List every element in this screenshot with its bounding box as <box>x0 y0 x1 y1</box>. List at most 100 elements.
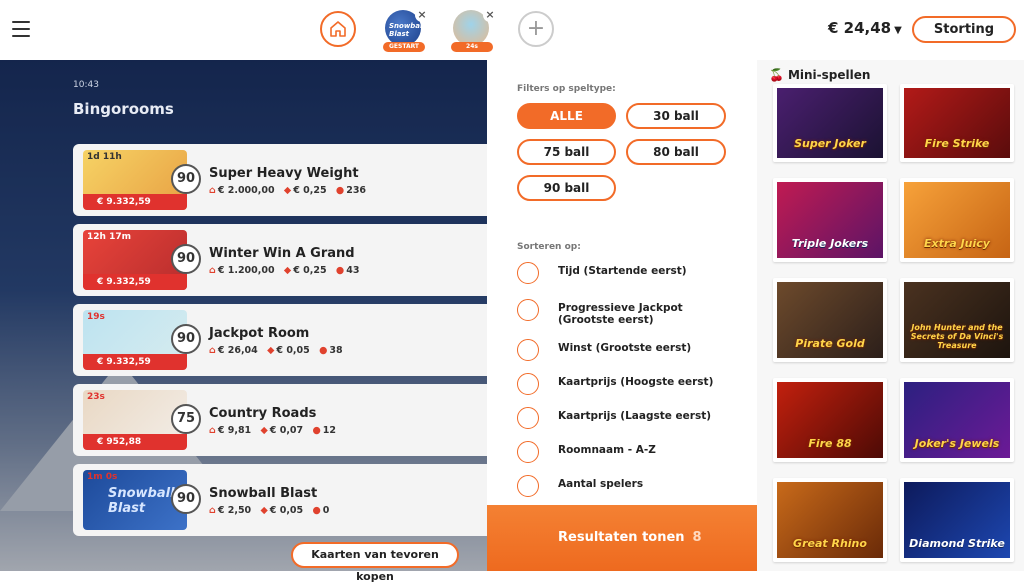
chevron-down-icon: ▼ <box>894 25 902 36</box>
open-game-tab-snowball-blast[interactable]: Snowball Blast × GESTART <box>383 8 429 52</box>
room-name: Country Roads <box>209 406 317 421</box>
hamburger-icon[interactable] <box>12 21 30 37</box>
room-meta: ⌂ € 2.000,00 ◆ € 0,25 ● 236 <box>209 185 372 196</box>
room-prize: € 26,04 <box>217 345 258 356</box>
room-prize: € 2.000,00 <box>217 185 275 196</box>
filter-pill-75-ball[interactable]: 75 ball <box>517 139 616 165</box>
game-title: Pirate Gold <box>795 337 865 350</box>
radio-button[interactable] <box>517 373 539 395</box>
open-game-tab-2[interactable]: × 24s <box>451 8 497 52</box>
room-card-price: € 0,25 <box>293 185 327 196</box>
players-icon: ● <box>335 265 345 276</box>
game-title: Joker's Jewels <box>914 437 1000 450</box>
game-title: Triple Jokers <box>791 237 869 250</box>
close-icon[interactable]: × <box>415 8 429 22</box>
room-prize: € 9,81 <box>217 425 252 436</box>
game-tile-pirate-gold[interactable]: Pirate Gold <box>773 278 887 362</box>
ball-type-badge: 90 <box>171 484 201 514</box>
room-jackpot: € 9.332,59 <box>83 194 187 210</box>
radio-button[interactable] <box>517 407 539 429</box>
prize-icon: ⌂ <box>209 505 216 516</box>
prize-icon: ⌂ <box>209 425 216 436</box>
room-players: 43 <box>346 265 360 276</box>
game-tile-extra-juicy[interactable]: Extra Juicy <box>900 178 1014 262</box>
room-name: Snowball Blast <box>209 486 318 501</box>
ball-type-badge: 90 <box>171 244 201 274</box>
game-tab-timer-badge: 24s <box>451 42 493 52</box>
filter-panel: Filters op speltype: ALLE 30 ball 75 bal… <box>487 60 757 571</box>
ball-type-badge: 90 <box>171 164 201 194</box>
room-card-price: € 0,25 <box>293 265 327 276</box>
room-card-price: € 0,05 <box>269 505 304 516</box>
players-icon: ● <box>312 505 321 516</box>
room-card[interactable]: 1m 0s Snowball Blast 90 Snowball Blast ⌂… <box>73 464 487 536</box>
room-players: 236 <box>346 185 367 196</box>
bingo-rooms-panel: 10:43 Bingorooms 1d 11h € 9.332,59 90 Su… <box>0 60 487 571</box>
game-tile-fire-strike[interactable]: Fire Strike <box>900 84 1014 162</box>
game-tile-great-rhino[interactable]: Great Rhino <box>773 478 887 562</box>
sort-title: Sorteren op: <box>517 242 581 252</box>
clock: 10:43 <box>73 80 99 90</box>
radio-button[interactable] <box>517 299 539 321</box>
show-results-label: Resultaten tonen <box>558 530 685 545</box>
room-name: Super Heavy Weight <box>209 166 359 181</box>
room-card[interactable]: 23s € 952,88 75 Country Roads ⌂ € 9,81 ◆ €… <box>73 384 487 456</box>
filter-type-title: Filters op speltype: <box>517 84 616 94</box>
sort-option-label: Kaartprijs (Laagste eerst) <box>558 410 712 422</box>
filter-pill-all[interactable]: ALLE <box>517 103 616 129</box>
room-meta: ⌂ € 26,04 ◆ € 0,05 ● 38 <box>209 345 349 356</box>
sort-option-label: Winst (Grootste eerst) <box>558 342 692 354</box>
balance-dropdown[interactable]: € 24,48 ▼ <box>828 19 902 37</box>
radio-button[interactable] <box>517 339 539 361</box>
players-icon: ● <box>319 345 328 356</box>
game-tab-logo: Snowball Blast <box>389 22 425 38</box>
top-bar: Snowball Blast × GESTART × 24s + € 24,48… <box>0 0 1024 60</box>
radio-button[interactable] <box>517 441 539 463</box>
mini-games-title: 🍒 Mini-spellen <box>769 68 870 82</box>
balance-amount: € 24,48 <box>828 19 892 37</box>
filter-pill-90-ball[interactable]: 90 ball <box>517 175 616 201</box>
game-tile-fire-88[interactable]: Fire 88 <box>773 378 887 462</box>
room-timer: 1m 0s <box>87 472 118 482</box>
ball-type-badge: 75 <box>171 404 201 434</box>
game-tile-john-hunter[interactable]: John Hunter and the Secrets of Da Vinci'… <box>900 278 1014 362</box>
ticket-icon: ◆ <box>260 425 268 436</box>
room-card[interactable]: 12h 17m € 9.332,59 90 Winter Win A Grand… <box>73 224 487 296</box>
sort-option-label: Aantal spelers <box>558 478 644 490</box>
radio-button[interactable] <box>517 262 539 284</box>
room-players: 38 <box>329 345 343 356</box>
home-button[interactable] <box>320 11 356 47</box>
plus-icon: + <box>526 16 546 41</box>
radio-button[interactable] <box>517 475 539 497</box>
room-meta: ⌂ € 1.200,00 ◆ € 0,25 ● 43 <box>209 265 365 276</box>
sort-option-label: Kaartprijs (Hoogste eerst) <box>558 376 714 388</box>
game-tile-diamond-strike[interactable]: Diamond Strike <box>900 478 1014 562</box>
room-prize: € 1.200,00 <box>217 265 275 276</box>
deposit-button[interactable]: Storting <box>912 16 1016 43</box>
results-count: 8 <box>692 530 702 545</box>
section-title: Bingorooms <box>73 100 174 118</box>
add-game-button[interactable]: + <box>518 11 554 47</box>
room-players: 12 <box>322 425 336 436</box>
show-results-button[interactable]: Resultaten tonen 8 <box>487 505 757 571</box>
room-timer: 19s <box>87 312 105 322</box>
room-jackpot: € 9.332,59 <box>83 354 187 370</box>
ball-type-badge: 90 <box>171 324 201 354</box>
filter-pill-80-ball[interactable]: 80 ball <box>626 139 726 165</box>
mini-games-panel: 🍒 Mini-spellen Super Joker Fire Strike Tr… <box>757 60 1024 571</box>
room-meta: ⌂ € 2,50 ◆ € 0,05 ● 0 <box>209 505 335 516</box>
game-tile-triple-jokers[interactable]: Triple Jokers <box>773 178 887 262</box>
prebuy-cards-button[interactable]: Kaarten van tevoren kopen <box>291 542 459 583</box>
room-timer: 23s <box>87 392 105 402</box>
mini-games-title-text: Mini-spellen <box>787 68 871 82</box>
room-jackpot: € 9.332,59 <box>83 274 187 290</box>
room-card[interactable]: 19s € 9.332,59 90 Jackpot Room ⌂ € 26,04 … <box>73 304 487 376</box>
close-icon[interactable]: × <box>483 8 497 22</box>
prize-icon: ⌂ <box>209 185 216 196</box>
players-icon: ● <box>312 425 321 436</box>
room-card[interactable]: 1d 11h € 9.332,59 90 Super Heavy Weight … <box>73 144 487 216</box>
filter-pill-30-ball[interactable]: 30 ball <box>626 103 726 129</box>
game-tile-jokers-jewels[interactable]: Joker's Jewels <box>900 378 1014 462</box>
game-title: Extra Juicy <box>924 237 990 250</box>
game-tile-super-joker[interactable]: Super Joker <box>773 84 887 162</box>
